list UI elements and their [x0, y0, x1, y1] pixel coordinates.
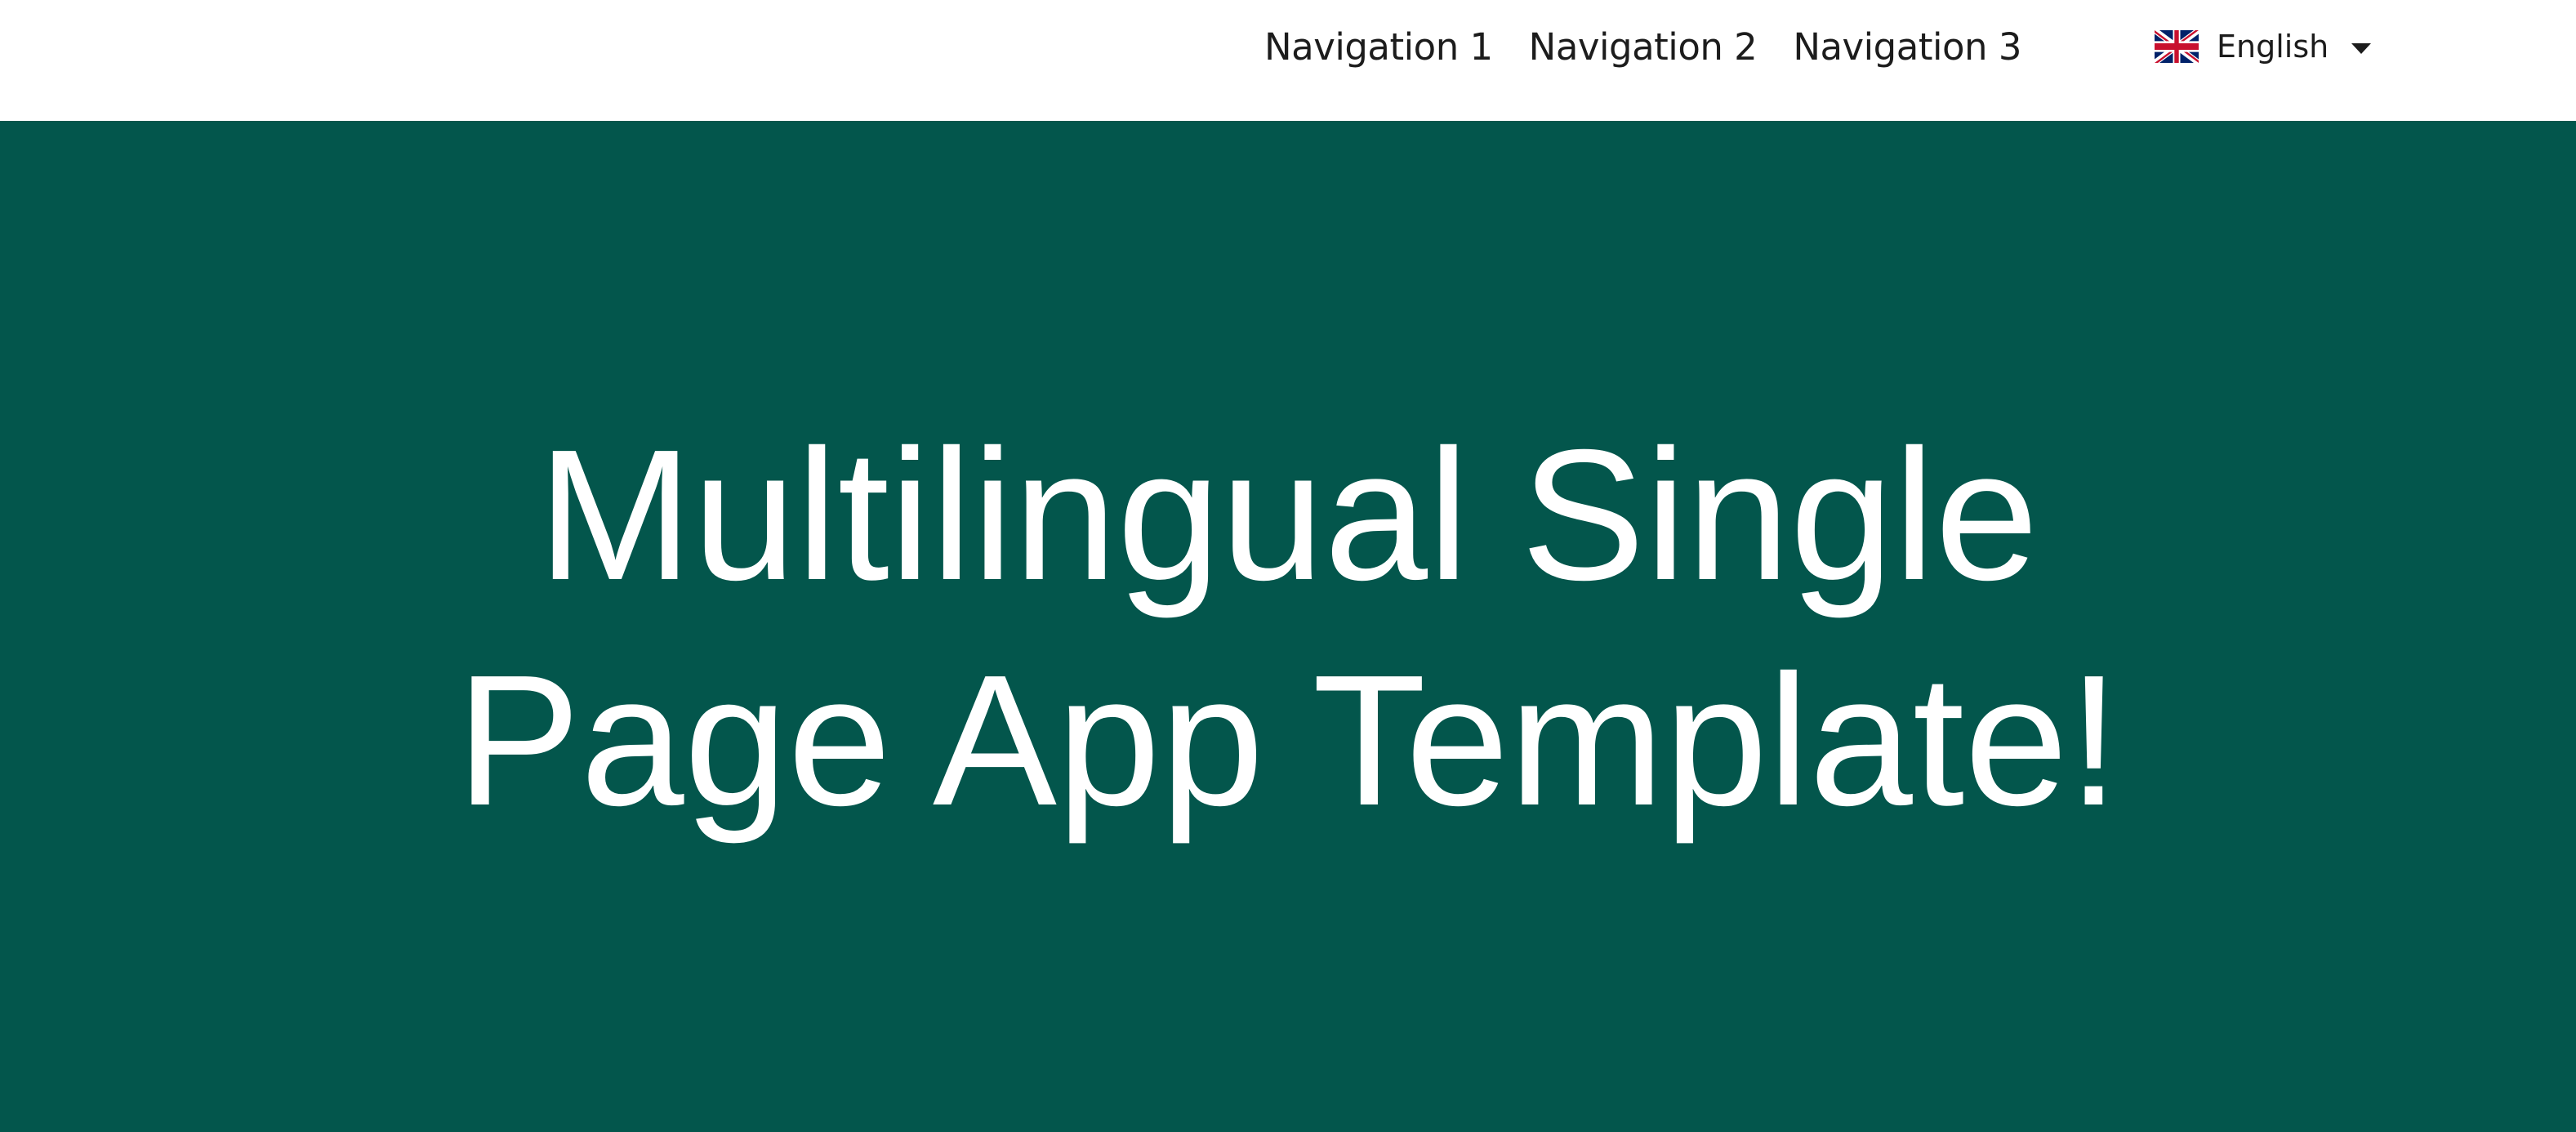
nav-link-2[interactable]: Navigation 2: [1529, 25, 1758, 69]
language-label: English: [2217, 29, 2329, 65]
nav-link-3[interactable]: Navigation 3: [1793, 25, 2021, 69]
language-selector[interactable]: English: [2155, 20, 2372, 74]
hero-title-line-1: Multilingual Single: [537, 412, 2039, 619]
hero-title: Multilingual Single Page App Template!: [0, 403, 2576, 853]
top-navigation-bar: Navigation 1 Navigation 2 Navigation 3 E…: [0, 0, 2576, 121]
main-navigation: Navigation 1 Navigation 2 Navigation 3: [1264, 20, 2021, 74]
hero-title-line-2: Page App Template!: [456, 637, 2120, 845]
hero-section: Multilingual Single Page App Template!: [0, 121, 2576, 1132]
caret-down-icon: [2351, 42, 2372, 54]
uk-flag-icon: [2155, 30, 2199, 63]
nav-link-1[interactable]: Navigation 1: [1264, 25, 1493, 69]
